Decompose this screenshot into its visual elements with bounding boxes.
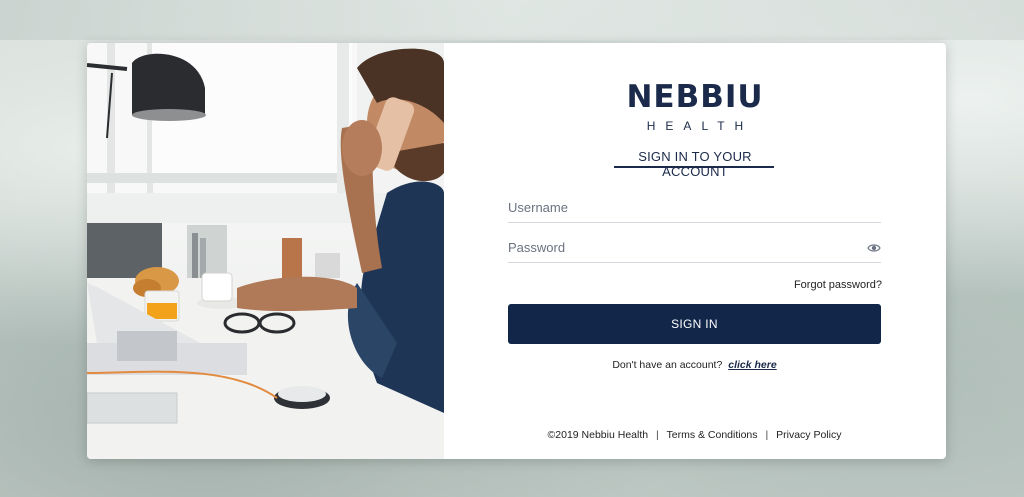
footer-separator: | bbox=[656, 429, 659, 441]
forgot-password-link[interactable]: Forgot password? bbox=[794, 279, 882, 291]
signup-link[interactable]: click here bbox=[728, 359, 776, 371]
login-card: NEBBIU HEALTH SIGN IN TO YOUR ACCOUNT Fo… bbox=[87, 43, 946, 459]
logo-wordmark: NEBBIU bbox=[626, 79, 764, 115]
password-field bbox=[508, 233, 881, 263]
username-field bbox=[508, 193, 881, 223]
hero-illustration bbox=[87, 43, 444, 459]
heading-underline bbox=[614, 166, 774, 168]
eye-icon[interactable] bbox=[867, 241, 881, 255]
nebbiu-health-logo: NEBBIU HEALTH bbox=[614, 81, 776, 133]
privacy-link[interactable]: Privacy Policy bbox=[776, 429, 841, 441]
logo-subtitle: HEALTH bbox=[646, 119, 754, 133]
login-panel: NEBBIU HEALTH SIGN IN TO YOUR ACCOUNT Fo… bbox=[444, 43, 946, 459]
hero-photo bbox=[87, 43, 444, 459]
signup-prompt: Don't have an account? click here bbox=[508, 359, 881, 371]
terms-link[interactable]: Terms & Conditions bbox=[666, 429, 757, 441]
copyright-text: ©2019 Nebbiu Health bbox=[547, 429, 649, 441]
form-heading: SIGN IN TO YOUR ACCOUNT bbox=[638, 149, 752, 179]
footer-separator: | bbox=[765, 429, 769, 441]
password-input[interactable] bbox=[508, 233, 881, 262]
footer: ©2019 Nebbiu Health | Terms & Conditions… bbox=[508, 429, 881, 441]
signup-text: Don't have an account? bbox=[612, 359, 723, 371]
sign-in-button[interactable]: SIGN IN bbox=[508, 304, 881, 344]
background-strip bbox=[0, 0, 1024, 40]
username-input[interactable] bbox=[508, 193, 881, 222]
